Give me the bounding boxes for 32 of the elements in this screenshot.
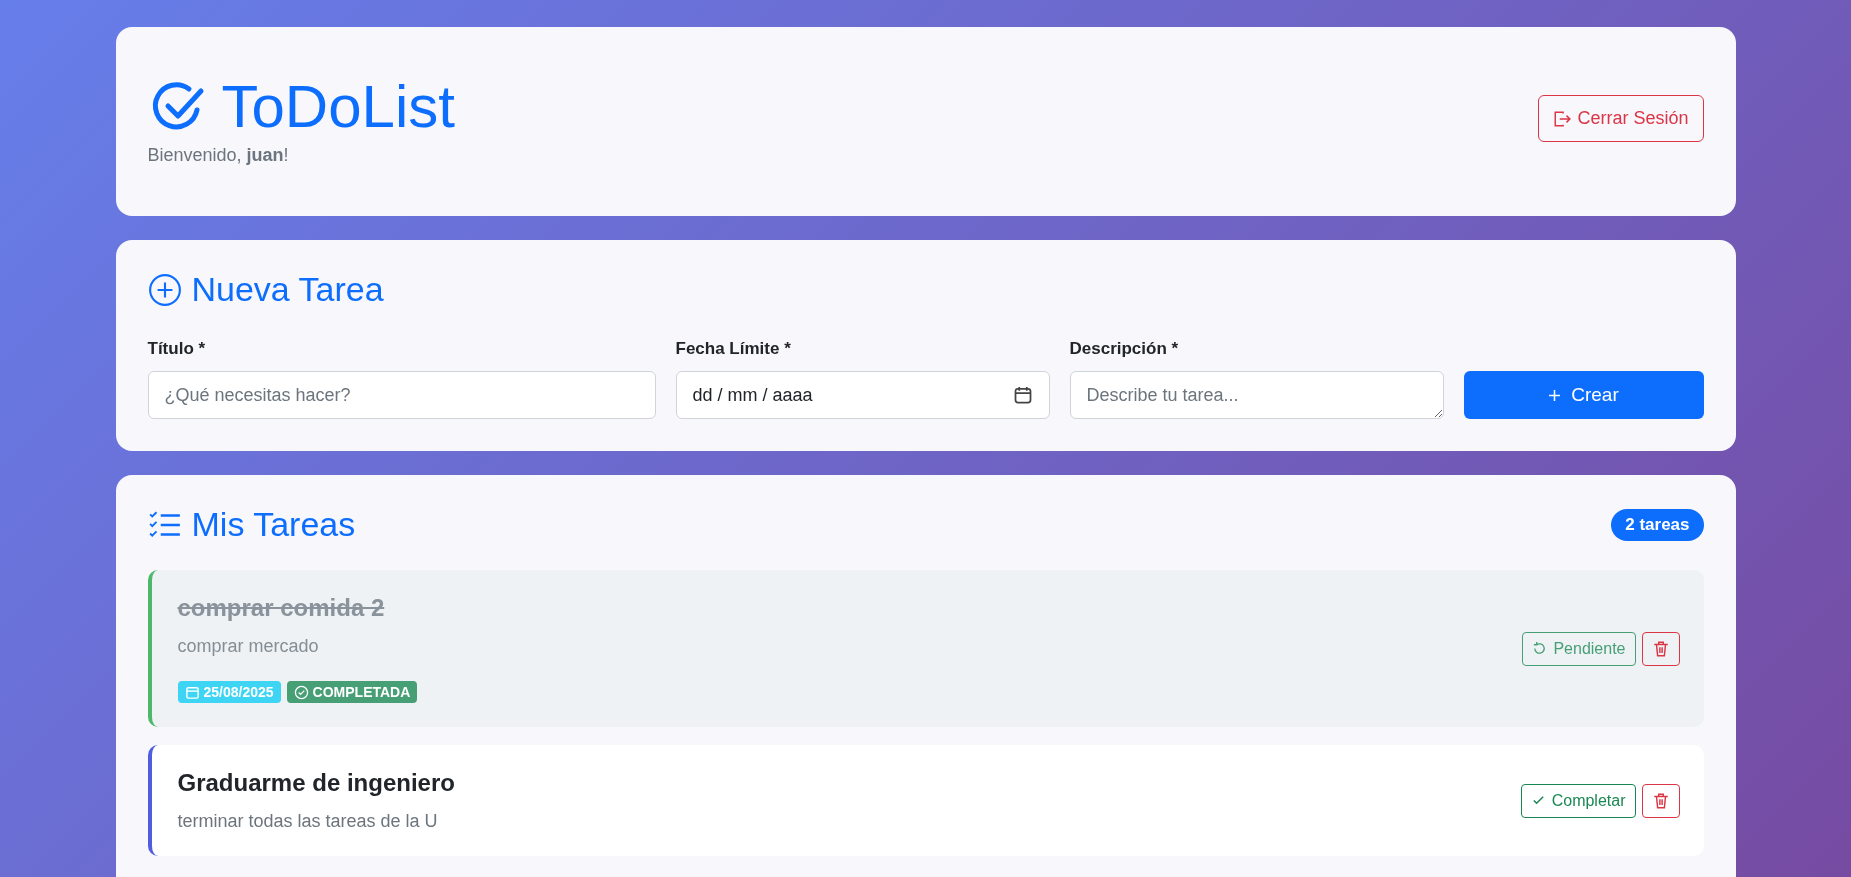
section-heading: Nueva Tarea [191,270,384,309]
task-count-badge: 2 tareas [1611,508,1704,541]
due-date-badge: 25/08/2025 [177,681,281,703]
toggle-status-button[interactable]: Pendiente [1522,631,1636,666]
field-label: Título * [147,339,207,359]
task-title: comprar comida 2 [177,594,386,622]
calendar-icon [1012,385,1033,405]
trash-icon [1651,639,1670,658]
trash-icon [1651,791,1670,810]
task-description: comprar mercado [177,636,320,657]
exit-icon [1553,109,1572,128]
delete-button[interactable] [1641,631,1680,666]
plus-icon [1548,388,1562,402]
field-label: Descripción * [1069,339,1180,359]
date-input[interactable]: dd / mm / aaaa [675,371,1050,419]
status-badge: COMPLETADA [286,681,418,703]
calendar-icon [184,684,200,700]
app-title: ToDoList [221,72,455,142]
title-input[interactable]: ¿Qué necesitas hacer? [147,371,656,419]
check-circle-icon [293,684,309,700]
create-button[interactable]: Crear [1463,371,1704,419]
logout-button[interactable]: Cerrar Sesión [1538,95,1704,142]
delete-button[interactable] [1641,783,1680,818]
description-input[interactable]: Describe tu tarea... [1069,371,1444,419]
field-label: Fecha Límite * [675,339,792,359]
task-title: Graduarme de ingeniero [177,769,455,797]
plus-circle-icon [147,272,182,307]
undo-icon [1532,641,1548,656]
section-heading: Mis Tareas [191,505,356,544]
toggle-status-button[interactable]: Completar [1520,783,1636,818]
task-description: terminar todas las tareas de la U [177,811,439,832]
welcome-text: Bienvenido, juan! [147,145,290,166]
